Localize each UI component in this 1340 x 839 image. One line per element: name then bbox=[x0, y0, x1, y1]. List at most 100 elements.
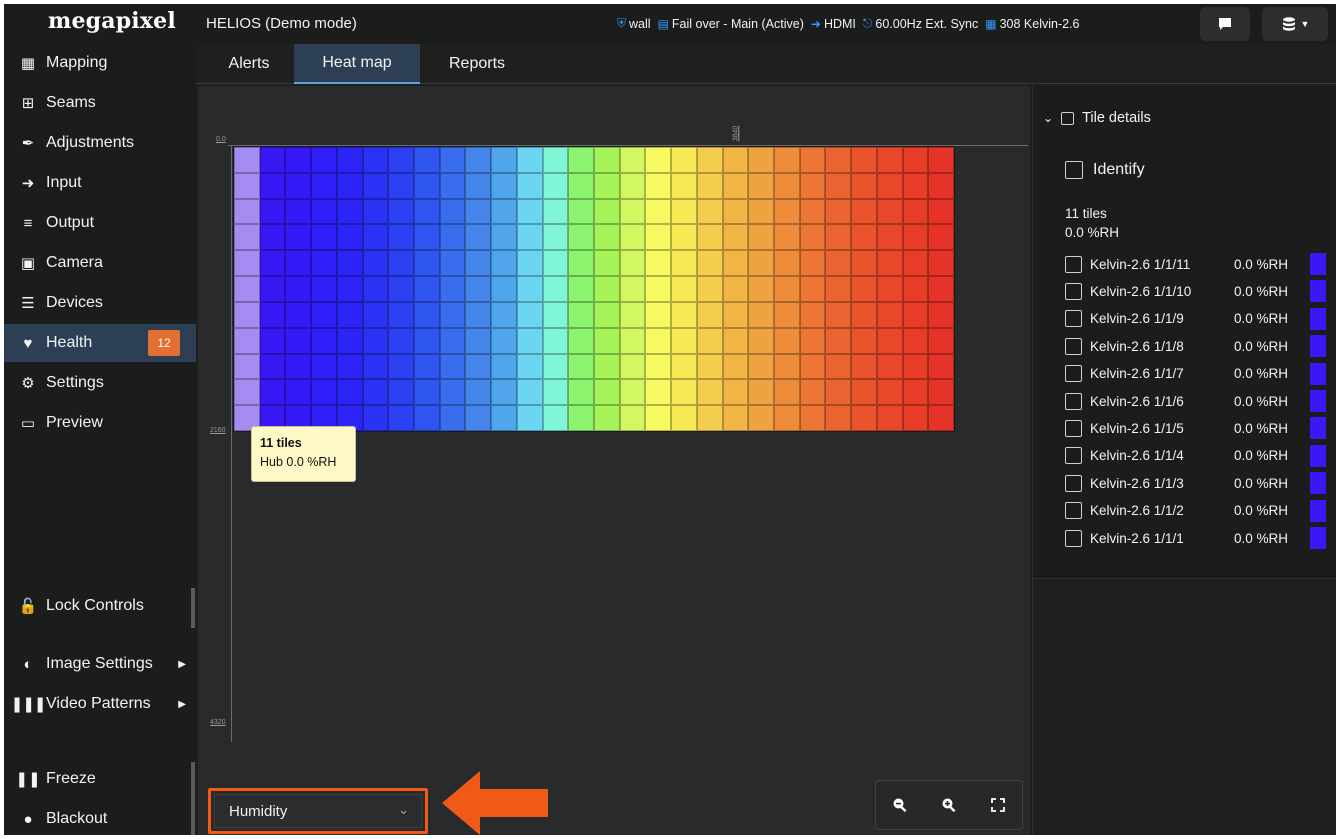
sidebar-item-mapping[interactable]: ▦ Mapping bbox=[4, 44, 196, 82]
heatmap-tile[interactable] bbox=[465, 379, 492, 406]
heatmap-tile[interactable] bbox=[722, 405, 749, 431]
heatmap-tile[interactable] bbox=[696, 198, 723, 225]
heatmap-tile[interactable] bbox=[671, 405, 697, 431]
heatmap-tile[interactable] bbox=[413, 250, 440, 277]
heatmap-tile[interactable] bbox=[259, 147, 286, 173]
heatmap-tile[interactable] bbox=[928, 301, 954, 328]
heatmap-tile[interactable] bbox=[516, 301, 543, 328]
heatmap-tile[interactable] bbox=[362, 301, 389, 328]
heatmap-tile[interactable] bbox=[851, 353, 877, 380]
sidebar-item-camera[interactable]: ▣ Camera bbox=[4, 244, 196, 282]
heatmap-tile[interactable] bbox=[593, 172, 620, 199]
heatmap-tile[interactable] bbox=[799, 276, 826, 302]
status-input[interactable]: ➜ HDMI bbox=[811, 16, 856, 31]
heatmap-tile[interactable] bbox=[542, 405, 569, 431]
heatmap-tile[interactable] bbox=[413, 224, 440, 251]
heatmap-tile[interactable] bbox=[928, 172, 954, 199]
heatmap-tile[interactable] bbox=[593, 250, 620, 277]
heatmap-tile[interactable] bbox=[902, 379, 929, 406]
heatmap-tile[interactable] bbox=[799, 250, 826, 277]
heatmap-tile[interactable] bbox=[696, 172, 723, 199]
heatmap-tile[interactable] bbox=[825, 327, 852, 354]
heatmap-tile[interactable] bbox=[388, 327, 414, 354]
sidebar-item-health[interactable]: ♥ Health 12 bbox=[4, 324, 196, 362]
heatmap-tile[interactable] bbox=[876, 224, 903, 251]
heatmap-tile[interactable] bbox=[748, 379, 774, 406]
heatmap-tile[interactable] bbox=[568, 353, 594, 380]
heatmap-tile[interactable] bbox=[619, 276, 646, 302]
chat-button[interactable] bbox=[1200, 7, 1250, 41]
tile-row[interactable]: Kelvin-2.6 1/1/8 0.0 %RH bbox=[1065, 335, 1327, 358]
heatmap-tile[interactable] bbox=[748, 147, 774, 173]
heatmap-tile[interactable] bbox=[876, 147, 903, 173]
heatmap-tile[interactable] bbox=[748, 172, 774, 199]
tile-row[interactable]: Kelvin-2.6 1/1/2 0.0 %RH bbox=[1065, 499, 1327, 522]
heatmap-tile[interactable] bbox=[773, 327, 800, 354]
heatmap-tile[interactable] bbox=[619, 405, 646, 431]
heatmap-tile[interactable] bbox=[311, 172, 337, 199]
heatmap-tile[interactable] bbox=[491, 327, 517, 354]
tile-row[interactable]: Kelvin-2.6 1/1/1 0.0 %RH bbox=[1065, 527, 1327, 549]
heatmap-tile[interactable] bbox=[465, 353, 492, 380]
heatmap-tile[interactable] bbox=[413, 353, 440, 380]
heatmap-tile[interactable] bbox=[336, 301, 363, 328]
heatmap-tile[interactable] bbox=[696, 379, 723, 406]
heatmap-tile[interactable] bbox=[928, 147, 954, 173]
heatmap-tile[interactable] bbox=[773, 301, 800, 328]
heatmap-tile[interactable] bbox=[439, 172, 466, 199]
heatmap-tile[interactable] bbox=[234, 198, 260, 225]
heatmap-tile[interactable] bbox=[619, 353, 646, 380]
heatmap-tile[interactable] bbox=[671, 147, 697, 173]
heatmap-tile[interactable] bbox=[388, 276, 414, 302]
heatmap-tile[interactable] bbox=[311, 198, 337, 225]
heatmap-tile[interactable] bbox=[773, 224, 800, 251]
status-wall[interactable]: ⛨ wall bbox=[617, 16, 651, 31]
heatmap-tile[interactable] bbox=[311, 276, 337, 302]
heatmap-tile[interactable] bbox=[876, 405, 903, 431]
heatmap-tile[interactable] bbox=[388, 147, 414, 173]
tile-checkbox[interactable] bbox=[1065, 310, 1082, 328]
heatmap-tile[interactable] bbox=[619, 172, 646, 199]
heatmap-tile[interactable] bbox=[593, 405, 620, 431]
heatmap-tile[interactable] bbox=[773, 276, 800, 302]
heatmap-tile[interactable] bbox=[259, 198, 286, 225]
heatmap-tile[interactable] bbox=[234, 224, 260, 251]
heatmap-tile[interactable] bbox=[748, 250, 774, 277]
heatmap-tile[interactable] bbox=[851, 276, 877, 302]
heatmap-tile[interactable] bbox=[311, 224, 337, 251]
heatmap-tile[interactable] bbox=[413, 327, 440, 354]
heatmap-tile[interactable] bbox=[722, 224, 749, 251]
heatmap-tile[interactable] bbox=[542, 172, 569, 199]
heatmap-tile[interactable] bbox=[902, 250, 929, 277]
heatmap-tile[interactable] bbox=[696, 224, 723, 251]
heatmap-tile[interactable] bbox=[876, 379, 903, 406]
lock-controls-button[interactable]: 🔓 Lock Controls bbox=[4, 587, 196, 625]
heatmap-tile[interactable] bbox=[439, 379, 466, 406]
heatmap-tile[interactable] bbox=[876, 276, 903, 302]
identify-toggle[interactable]: Identify bbox=[1065, 161, 1145, 179]
heatmap-tile[interactable] bbox=[593, 147, 620, 173]
heatmap-tile[interactable] bbox=[851, 379, 877, 406]
heatmap-tile[interactable] bbox=[311, 250, 337, 277]
heatmap-tile[interactable] bbox=[671, 276, 697, 302]
tile-checkbox[interactable] bbox=[1065, 337, 1082, 355]
heatmap-tile[interactable] bbox=[851, 172, 877, 199]
heatmap-tile[interactable] bbox=[388, 379, 414, 406]
heatmap-tile[interactable] bbox=[696, 405, 723, 431]
heatmap-tile[interactable] bbox=[388, 172, 414, 199]
heatmap-tile[interactable] bbox=[876, 327, 903, 354]
status-failover[interactable]: ▤ Fail over - Main (Active) bbox=[658, 16, 804, 31]
status-tiles[interactable]: ▦ 308 Kelvin-2.6 bbox=[985, 16, 1079, 31]
heatmap-tile[interactable] bbox=[336, 379, 363, 406]
heatmap-tile[interactable] bbox=[593, 327, 620, 354]
heatmap-tile[interactable] bbox=[825, 147, 852, 173]
heatmap-tile[interactable] bbox=[336, 327, 363, 354]
heatmap-tile[interactable] bbox=[902, 198, 929, 225]
heatmap-tile[interactable] bbox=[722, 198, 749, 225]
heatmap-tile[interactable] bbox=[285, 250, 312, 277]
tile-checkbox[interactable] bbox=[1065, 419, 1082, 437]
heatmap-tile[interactable] bbox=[439, 147, 466, 173]
heatmap-tile[interactable] bbox=[593, 276, 620, 302]
zoom-out-button[interactable] bbox=[876, 781, 925, 829]
heatmap-tile[interactable] bbox=[876, 198, 903, 225]
